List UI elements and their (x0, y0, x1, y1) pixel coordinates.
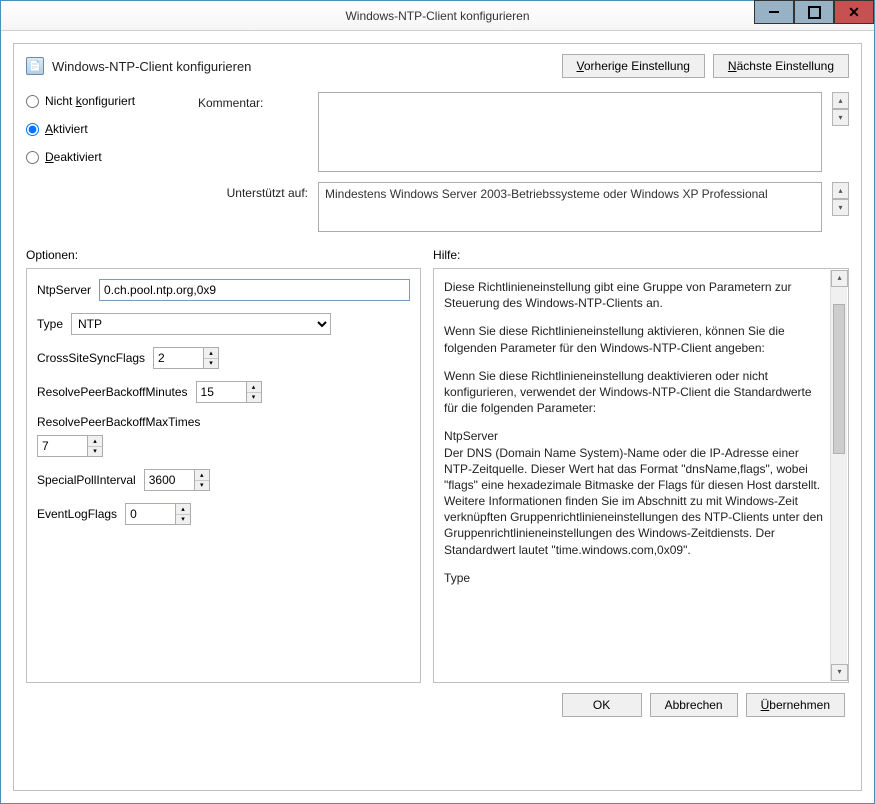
type-select[interactable]: NTP (71, 313, 331, 335)
radio-enabled-label: Aktiviert (45, 122, 88, 136)
crosssite-input[interactable] (153, 347, 203, 369)
eventlog-spinner[interactable]: ▴▾ (125, 503, 191, 525)
help-scrollbar[interactable]: ▴ ▾ (830, 270, 847, 681)
options-label: Optionen: (26, 248, 421, 262)
supported-label: Unterstützt auf: (198, 182, 308, 200)
specialpoll-spinner[interactable]: ▴▾ (144, 469, 210, 491)
main-panel: 📄 Windows-NTP-Client konfigurieren Vorhe… (13, 43, 862, 791)
help-p5: Type (444, 570, 826, 586)
supported-scrollbar[interactable]: ▴ ▾ (832, 182, 849, 216)
spin-up-icon[interactable]: ▴ (195, 470, 209, 481)
supported-text: Mindestens Windows Server 2003-Betriebss… (318, 182, 822, 232)
eventlog-input[interactable] (125, 503, 175, 525)
client-area: 📄 Windows-NTP-Client konfigurieren Vorhe… (1, 31, 874, 803)
spin-down-icon[interactable]: ▾ (204, 359, 218, 369)
supported-line: Unterstützt auf: Mindestens Windows Serv… (198, 182, 849, 232)
help-box: Diese Richtlinieneinstellung gibt eine G… (433, 268, 849, 683)
spin-up-icon[interactable]: ▴ (204, 348, 218, 359)
opt-resolveminutes: ResolvePeerBackoffMinutes ▴▾ (37, 381, 410, 403)
comment-textarea[interactable] (318, 92, 822, 172)
scroll-up-icon[interactable]: ▴ (831, 270, 848, 287)
opt-type: Type NTP (37, 313, 410, 335)
titlebar: Windows-NTP-Client konfigurieren ✕ (1, 1, 874, 31)
maximize-button[interactable] (794, 0, 834, 24)
cancel-button[interactable]: Abbrechen (650, 693, 738, 717)
radio-disabled-input[interactable] (26, 151, 39, 164)
comment-label: Kommentar: (198, 92, 308, 110)
help-p1: Diese Richtlinieneinstellung gibt eine G… (444, 279, 826, 311)
help-p2: Wenn Sie diese Richtlinieneinstellung ak… (444, 323, 826, 355)
specialpoll-input[interactable] (144, 469, 194, 491)
header-row: 📄 Windows-NTP-Client konfigurieren Vorhe… (26, 54, 849, 78)
comment-scrollbar[interactable]: ▴ ▾ (832, 92, 849, 126)
ntpserver-label: NtpServer (37, 283, 91, 297)
radio-disabled[interactable]: Deaktiviert (26, 150, 186, 164)
opt-ntpserver: NtpServer (37, 279, 410, 301)
close-button[interactable]: ✕ (834, 0, 874, 24)
radio-not-configured-label: Nicht konfiguriert (45, 94, 135, 108)
options-column: Optionen: NtpServer Type NTP (26, 248, 421, 683)
radio-disabled-label: Deaktiviert (45, 150, 102, 164)
type-label: Type (37, 317, 63, 331)
sections-row: Optionen: NtpServer Type NTP (26, 248, 849, 683)
scroll-thumb[interactable] (833, 304, 845, 454)
previous-setting-button[interactable]: Vorherige Einstellung (562, 54, 705, 78)
scroll-up-icon[interactable]: ▴ (832, 92, 849, 109)
ok-button[interactable]: OK (562, 693, 642, 717)
resolveminutes-spinner[interactable]: ▴▾ (196, 381, 262, 403)
resolvemaxtimes-input[interactable] (37, 435, 87, 457)
spin-up-icon[interactable]: ▴ (247, 382, 261, 393)
scroll-down-icon[interactable]: ▾ (832, 109, 849, 126)
ntpserver-input[interactable] (99, 279, 410, 301)
spin-down-icon[interactable]: ▾ (195, 481, 209, 491)
apply-button[interactable]: Übernehmen (746, 693, 845, 717)
scroll-down-icon[interactable]: ▾ (831, 664, 848, 681)
spin-down-icon[interactable]: ▾ (176, 515, 190, 525)
spin-down-icon[interactable]: ▾ (88, 447, 102, 457)
footer-buttons: OK Abbrechen Übernehmen (26, 683, 849, 719)
resolvemaxtimes-spinner[interactable]: ▴▾ (37, 435, 103, 457)
dialog-window: Windows-NTP-Client konfigurieren ✕ 📄 Win… (0, 0, 875, 804)
minimize-button[interactable] (754, 0, 794, 24)
help-p4: NtpServerDer DNS (Domain Name System)-Na… (444, 428, 826, 558)
resolvemaxtimes-label: ResolvePeerBackoffMaxTimes (37, 415, 410, 429)
resolveminutes-input[interactable] (196, 381, 246, 403)
state-radios: Nicht konfiguriert Aktiviert Deaktiviert (26, 92, 186, 232)
spin-up-icon[interactable]: ▴ (88, 436, 102, 447)
scroll-up-icon[interactable]: ▴ (832, 182, 849, 199)
scroll-down-icon[interactable]: ▾ (832, 199, 849, 216)
spin-up-icon[interactable]: ▴ (176, 504, 190, 515)
radio-not-configured-input[interactable] (26, 95, 39, 108)
help-p3: Wenn Sie diese Richtlinieneinstellung de… (444, 368, 826, 417)
opt-resolvemaxtimes: ▴▾ (37, 435, 410, 457)
help-column: Hilfe: Diese Richtlinieneinstellung gibt… (433, 248, 849, 683)
meta-column: Kommentar: ▴ ▾ Unterstützt auf: Mindeste… (198, 92, 849, 232)
resolveminutes-label: ResolvePeerBackoffMinutes (37, 385, 188, 399)
opt-eventlog: EventLogFlags ▴▾ (37, 503, 410, 525)
crosssite-spinner[interactable]: ▴▾ (153, 347, 219, 369)
policy-icon: 📄 (26, 57, 44, 75)
policy-title: Windows-NTP-Client konfigurieren (52, 59, 251, 74)
eventlog-label: EventLogFlags (37, 507, 117, 521)
window-title: Windows-NTP-Client konfigurieren (1, 9, 874, 23)
specialpoll-label: SpecialPollInterval (37, 473, 136, 487)
radio-enabled-input[interactable] (26, 123, 39, 136)
nav-buttons: Vorherige Einstellung Nächste Einstellun… (562, 54, 850, 78)
comment-line: Kommentar: ▴ ▾ (198, 92, 849, 172)
crosssite-label: CrossSiteSyncFlags (37, 351, 145, 365)
opt-specialpoll: SpecialPollInterval ▴▾ (37, 469, 410, 491)
radio-enabled[interactable]: Aktiviert (26, 122, 186, 136)
help-label: Hilfe: (433, 248, 849, 262)
next-setting-button[interactable]: Nächste Einstellung (713, 54, 849, 78)
window-controls: ✕ (754, 0, 874, 24)
config-row: Nicht konfiguriert Aktiviert Deaktiviert… (26, 92, 849, 232)
opt-crosssite: CrossSiteSyncFlags ▴▾ (37, 347, 410, 369)
radio-not-configured[interactable]: Nicht konfiguriert (26, 94, 186, 108)
spin-down-icon[interactable]: ▾ (247, 393, 261, 403)
options-box: NtpServer Type NTP CrossSiteSyncFlags (26, 268, 421, 683)
